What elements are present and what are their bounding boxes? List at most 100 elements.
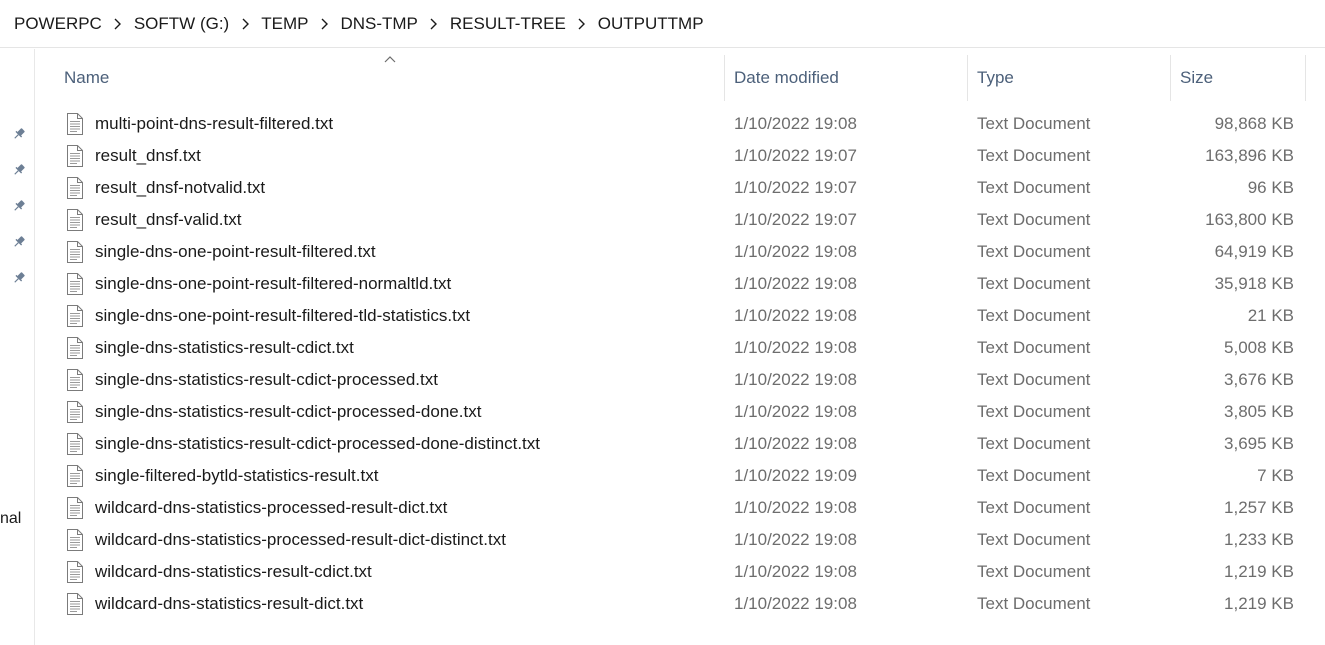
file-name[interactable]: single-dns-one-point-result-filtered.txt	[95, 236, 376, 268]
file-date-modified: 1/10/2022 19:08	[734, 498, 857, 517]
file-row[interactable]: result_dnsf.txt 1/10/2022 19:07 Text Docum…	[36, 140, 1325, 172]
file-date-modified: 1/10/2022 19:08	[734, 402, 857, 421]
breadcrumb-item[interactable]: DNS-TMP	[332, 14, 425, 34]
file-name[interactable]: single-dns-statistics-result-cdict.txt	[95, 332, 354, 364]
column-header-size-label: Size	[1180, 68, 1214, 87]
file-size: 5,008 KB	[1224, 338, 1294, 357]
text-file-icon	[66, 172, 88, 204]
chevron-right-icon[interactable]	[110, 18, 126, 30]
text-file-icon	[66, 268, 88, 300]
file-row[interactable]: single-dns-statistics-result-cdict-proce…	[36, 428, 1325, 460]
column-divider[interactable]	[1170, 55, 1171, 101]
text-file-icon	[66, 460, 88, 492]
file-type: Text Document	[977, 434, 1091, 453]
file-type: Text Document	[977, 210, 1091, 229]
text-file-icon	[66, 524, 88, 556]
file-row[interactable]: wildcard-dns-statistics-processed-result…	[36, 492, 1325, 524]
file-size: 3,695 KB	[1224, 434, 1294, 453]
file-date-modified: 1/10/2022 19:08	[734, 530, 857, 549]
pin-icon[interactable]	[11, 234, 27, 250]
file-row[interactable]: result_dnsf-notvalid.txt 1/10/2022 19:07 T…	[36, 172, 1325, 204]
breadcrumb-item[interactable]: POWERPC	[6, 14, 110, 34]
file-name[interactable]: single-dns-one-point-result-filtered-nor…	[95, 268, 451, 300]
file-size: 1,219 KB	[1224, 562, 1294, 581]
text-file-icon	[66, 556, 88, 588]
file-name[interactable]: result_dnsf.txt	[95, 140, 201, 172]
file-type: Text Document	[977, 466, 1091, 485]
chevron-right-icon[interactable]	[316, 18, 332, 30]
file-type: Text Document	[977, 530, 1091, 549]
column-header-type[interactable]: Type	[977, 49, 1169, 107]
chevron-right-icon[interactable]	[426, 18, 442, 30]
file-name[interactable]: result_dnsf-valid.txt	[95, 204, 241, 236]
column-header-date[interactable]: Date modified	[734, 49, 966, 107]
column-header-name[interactable]: Name	[64, 49, 724, 107]
file-row[interactable]: wildcard-dns-statistics-result-cdict.txt…	[36, 556, 1325, 588]
file-name[interactable]: single-dns-statistics-result-cdict-proce…	[95, 364, 438, 396]
file-type: Text Document	[977, 338, 1091, 357]
pin-icon[interactable]	[11, 198, 27, 214]
column-divider[interactable]	[967, 55, 968, 101]
file-row[interactable]: result_dnsf-valid.txt 1/10/2022 19:07 Text…	[36, 204, 1325, 236]
file-date-modified: 1/10/2022 19:07	[734, 178, 857, 197]
file-row[interactable]: single-dns-one-point-result-filtered.txt…	[36, 236, 1325, 268]
file-name[interactable]: wildcard-dns-statistics-processed-result…	[95, 492, 447, 524]
file-name[interactable]: single-filtered-bytld-statistics-result.…	[95, 460, 378, 492]
pin-icon[interactable]	[11, 270, 27, 286]
file-type: Text Document	[977, 594, 1091, 613]
navigation-pane[interactable]: nal	[0, 49, 35, 645]
file-type: Text Document	[977, 146, 1091, 165]
text-file-icon	[66, 140, 88, 172]
file-type: Text Document	[977, 370, 1091, 389]
breadcrumb: POWERPC SOFTW (G:) TEMP DNS-TMP RESULT-TREE O…	[6, 14, 712, 34]
file-date-modified: 1/10/2022 19:07	[734, 146, 857, 165]
file-name[interactable]: wildcard-dns-statistics-result-dict.txt	[95, 588, 363, 620]
file-name[interactable]: result_dnsf-notvalid.txt	[95, 172, 265, 204]
file-type: Text Document	[977, 498, 1091, 517]
breadcrumb-item[interactable]: TEMP	[253, 14, 316, 34]
file-type: Text Document	[977, 274, 1091, 293]
chevron-right-icon[interactable]	[237, 18, 253, 30]
file-name[interactable]: wildcard-dns-statistics-result-cdict.txt	[95, 556, 372, 588]
file-date-modified: 1/10/2022 19:08	[734, 114, 857, 133]
pin-icon[interactable]	[11, 126, 27, 142]
column-divider[interactable]	[1305, 55, 1306, 101]
file-size: 1,219 KB	[1224, 594, 1294, 613]
file-row[interactable]: wildcard-dns-statistics-processed-result…	[36, 524, 1325, 556]
nav-item-label-partial[interactable]: nal	[0, 510, 21, 528]
breadcrumb-item[interactable]: SOFTW (G:)	[126, 14, 237, 34]
text-file-icon	[66, 108, 88, 140]
file-size: 3,676 KB	[1224, 370, 1294, 389]
text-file-icon	[66, 332, 88, 364]
file-size: 96 KB	[1247, 178, 1294, 197]
file-name[interactable]: single-dns-one-point-result-filtered-tld…	[95, 300, 470, 332]
text-file-icon	[66, 300, 88, 332]
column-divider[interactable]	[724, 55, 725, 101]
file-row[interactable]: multi-point-dns-result-filtered.txt 1/10/…	[36, 108, 1325, 140]
file-row[interactable]: single-dns-statistics-result-cdict-proce…	[36, 364, 1325, 396]
address-bar[interactable]: POWERPC SOFTW (G:) TEMP DNS-TMP RESULT-TREE O…	[0, 0, 1325, 48]
file-date-modified: 1/10/2022 19:08	[734, 338, 857, 357]
file-row[interactable]: single-dns-one-point-result-filtered-tld…	[36, 300, 1325, 332]
breadcrumb-item[interactable]: RESULT-TREE	[442, 14, 574, 34]
file-name[interactable]: single-dns-statistics-result-cdict-proce…	[95, 428, 540, 460]
breadcrumb-item[interactable]: OUTPUTTMP	[590, 14, 712, 34]
file-row[interactable]: single-filtered-bytld-statistics-result.…	[36, 460, 1325, 492]
file-date-modified: 1/10/2022 19:07	[734, 210, 857, 229]
file-row[interactable]: single-dns-statistics-result-cdict.txt 1/…	[36, 332, 1325, 364]
file-name[interactable]: wildcard-dns-statistics-processed-result…	[95, 524, 506, 556]
file-size: 35,918 KB	[1214, 274, 1294, 293]
file-date-modified: 1/10/2022 19:08	[734, 242, 857, 261]
text-file-icon	[66, 396, 88, 428]
file-date-modified: 1/10/2022 19:08	[734, 274, 857, 293]
chevron-right-icon[interactable]	[574, 18, 590, 30]
file-type: Text Document	[977, 306, 1091, 325]
file-row[interactable]: single-dns-one-point-result-filtered-nor…	[36, 268, 1325, 300]
file-row[interactable]: single-dns-statistics-result-cdict-proce…	[36, 396, 1325, 428]
pin-icon[interactable]	[11, 162, 27, 178]
file-name[interactable]: multi-point-dns-result-filtered.txt	[95, 108, 333, 140]
file-date-modified: 1/10/2022 19:08	[734, 434, 857, 453]
column-header-size[interactable]: Size	[1180, 49, 1305, 107]
file-row[interactable]: wildcard-dns-statistics-result-dict.txt 1…	[36, 588, 1325, 620]
file-name[interactable]: single-dns-statistics-result-cdict-proce…	[95, 396, 481, 428]
